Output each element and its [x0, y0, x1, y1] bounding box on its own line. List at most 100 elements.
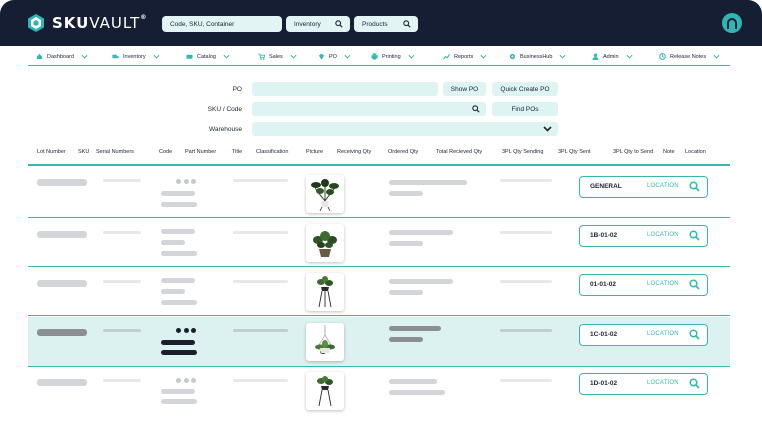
logo[interactable]: SKUVAULT®: [26, 13, 147, 33]
search-icon[interactable]: [689, 230, 700, 241]
serial-placeholder: [103, 280, 141, 283]
location-label: LOCATION: [647, 183, 679, 189]
column-header-ordered-qty[interactable]: Ordered Qty: [388, 149, 418, 155]
location-label: LOCATION: [647, 232, 679, 238]
inventory-search-label: Inventory: [294, 20, 321, 28]
products-search-button[interactable]: Products: [354, 16, 418, 32]
location-label: LOCATION: [647, 281, 679, 287]
3pl-placeholder: [500, 329, 552, 332]
plant-icon: [315, 325, 335, 354]
classification-placeholder: [233, 280, 288, 283]
location-picker[interactable]: 1C-01-02 LOCATION: [579, 324, 708, 346]
3pl-placeholder: [500, 280, 552, 283]
product-picture[interactable]: [306, 224, 344, 262]
column-header-receiving-qty[interactable]: Receiving Qty: [337, 149, 371, 155]
nav-label: Sales: [269, 53, 283, 60]
nav-label: Printing: [382, 53, 401, 60]
lot-number-placeholder: [37, 231, 87, 238]
table-row[interactable]: 1B-01-02 LOCATION: [28, 219, 730, 267]
nav-item-admin[interactable]: Admin: [592, 53, 633, 60]
search-icon[interactable]: [689, 181, 700, 192]
column-header-part-number[interactable]: Part Number: [185, 149, 216, 155]
product-picture[interactable]: [306, 323, 344, 361]
column-header-sku[interactable]: SKU: [78, 149, 89, 155]
code-search-placeholder: Code, SKU, Container: [170, 20, 235, 28]
serial-placeholder: [103, 179, 141, 182]
column-header-3pl-qty-sending[interactable]: 3PL Qty Sending: [502, 149, 543, 155]
warehouse-label: Warehouse: [209, 126, 242, 133]
column-header-code[interactable]: Code: [159, 149, 172, 155]
column-header-3pl-qty-sent[interactable]: 3PL Qty Sent: [558, 149, 591, 155]
table-row[interactable]: GENERAL LOCATION: [28, 170, 730, 218]
ordered-qty-placeholder: [389, 390, 445, 395]
plant-icon: [317, 276, 333, 308]
code-placeholder: [161, 350, 197, 355]
find-pos-button[interactable]: Find POs: [492, 102, 558, 116]
table-row[interactable]: 01-01-02 LOCATION: [28, 268, 730, 316]
column-header-lot-number[interactable]: Lot Number: [37, 149, 66, 155]
column-header-serial-numbers[interactable]: Serial Numbers: [96, 149, 134, 155]
home-icon: [36, 53, 43, 60]
column-header-picture[interactable]: Picture: [306, 149, 323, 155]
chevron-down-icon: [543, 126, 552, 132]
product-picture[interactable]: [306, 273, 344, 311]
nav-item-printing[interactable]: Printing: [371, 53, 415, 60]
nav-item-po[interactable]: PO: [318, 53, 351, 60]
code-placeholder: [161, 289, 185, 294]
column-header-title[interactable]: Title: [232, 149, 242, 155]
sku-code-label: SKU / Code: [207, 106, 242, 113]
user-avatar[interactable]: [722, 13, 742, 33]
search-icon[interactable]: [472, 105, 480, 113]
sku-code-input[interactable]: [252, 102, 486, 116]
location-picker[interactable]: 1D-01-02 LOCATION: [579, 373, 708, 395]
location-code: 1C-01-02: [590, 331, 618, 338]
nav-item-release-notes[interactable]: Release Notes: [659, 53, 720, 60]
brand-name: SKUVAULT®: [52, 14, 148, 32]
location-code: 1D-01-02: [590, 380, 618, 387]
po-input[interactable]: [252, 82, 438, 96]
po-label: PO: [232, 86, 242, 93]
location-picker[interactable]: 1B-01-02 LOCATION: [579, 225, 708, 247]
nav-label: Inventory: [123, 53, 146, 60]
column-header-3pl-qty-to-send[interactable]: 3PL Qty to Send: [613, 149, 653, 155]
code-search-input[interactable]: Code, SKU, Container: [162, 16, 282, 32]
gear-icon: [509, 53, 516, 60]
table-row[interactable]: 1D-01-02 LOCATION: [28, 368, 730, 412]
lot-number-placeholder: [37, 329, 87, 336]
app-window: SKUVAULT® Code, SKU, Container Inventory…: [0, 0, 762, 425]
nav-item-sales[interactable]: Sales: [258, 53, 297, 60]
lot-number-placeholder: [37, 280, 87, 287]
nav-label: PO: [329, 53, 337, 60]
nav-item-catalog[interactable]: Catalog: [186, 53, 230, 60]
lot-number-placeholder: [37, 379, 87, 386]
search-icon[interactable]: [689, 329, 700, 340]
ordered-qty-placeholder: [389, 191, 423, 196]
location-picker[interactable]: 01-01-02 LOCATION: [579, 274, 708, 296]
search-icon[interactable]: [689, 378, 700, 389]
column-header-note[interactable]: Note: [663, 149, 675, 155]
location-code: GENERAL: [590, 183, 622, 190]
ordered-qty-placeholder: [389, 290, 423, 295]
product-picture[interactable]: [306, 175, 344, 213]
table-row-selected[interactable]: 1C-01-02 LOCATION: [28, 317, 730, 367]
nav-item-businesshub[interactable]: BusinessHub: [509, 53, 566, 60]
inventory-search-button[interactable]: Inventory: [286, 16, 350, 32]
products-search-label: Products: [362, 20, 388, 28]
column-header-total-received-qty[interactable]: Total Recieved Qty: [436, 149, 482, 155]
column-header-location[interactable]: Location: [685, 149, 706, 155]
nav-item-dashboard[interactable]: Dashboard: [36, 53, 88, 60]
quick-create-po-button[interactable]: Quick Create PO: [492, 82, 558, 96]
nav-item-inventory[interactable]: Inventory: [112, 53, 160, 60]
warehouse-select[interactable]: [252, 122, 558, 136]
show-po-button[interactable]: Show PO: [443, 82, 486, 96]
search-icon[interactable]: [689, 279, 700, 290]
serial-placeholder: [103, 231, 141, 234]
search-icon: [335, 20, 343, 28]
3pl-placeholder: [500, 231, 552, 234]
po-icon: [318, 53, 325, 60]
nav-item-reports[interactable]: Reports: [443, 53, 487, 60]
column-header-classification[interactable]: Classification: [256, 149, 288, 155]
code-placeholder: [161, 278, 195, 283]
product-picture[interactable]: [306, 372, 344, 410]
location-picker[interactable]: GENERAL LOCATION: [579, 176, 708, 198]
